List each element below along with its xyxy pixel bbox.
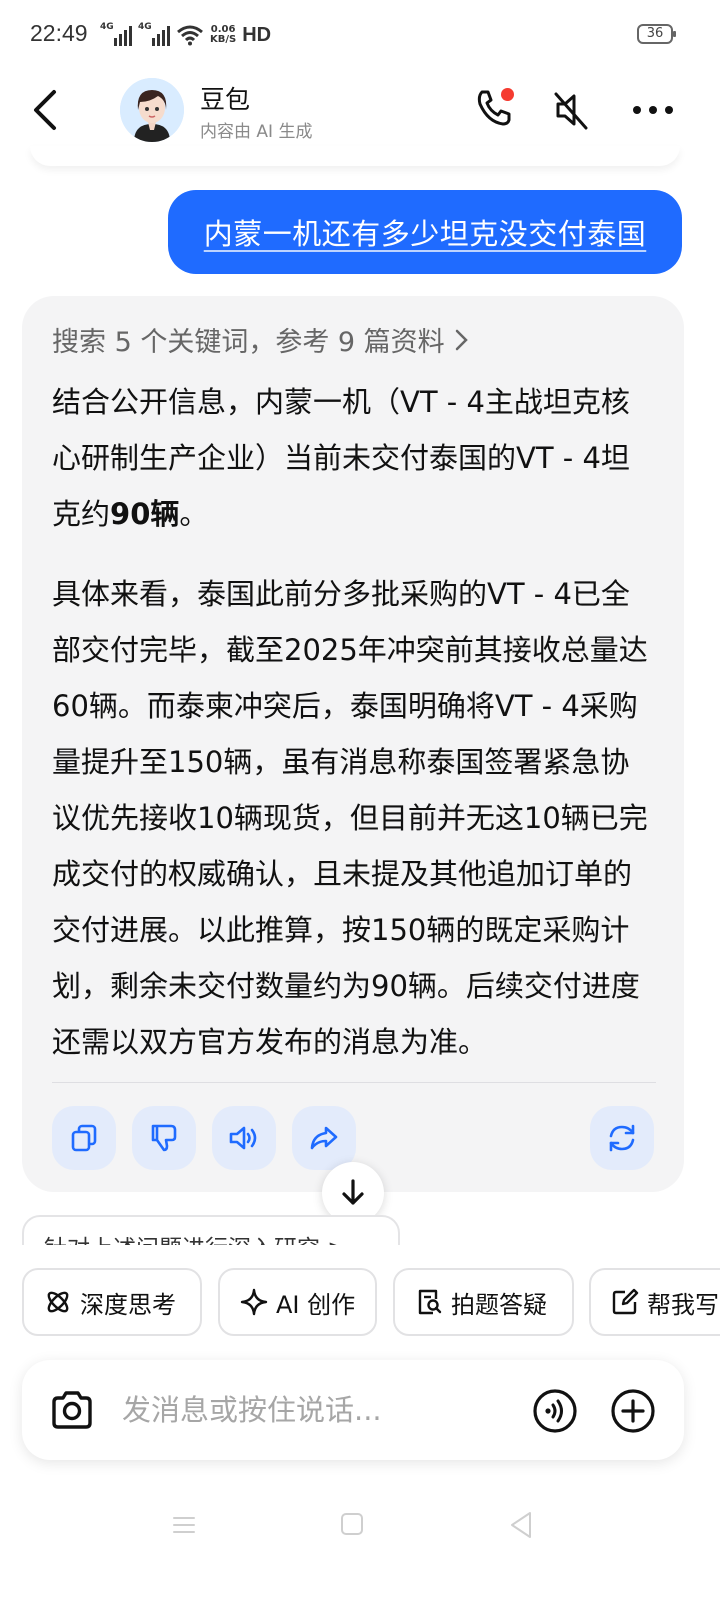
answer-paragraph-2: 具体来看，泰国此前分多批采购的VT - 4已全部交付完毕，截至2025年冲突前其… — [52, 577, 648, 1059]
help-write-chip[interactable]: 帮我写 — [589, 1268, 720, 1336]
more-options-button[interactable] — [632, 100, 674, 120]
voice-call-button[interactable] — [532, 1388, 578, 1434]
header-divider — [30, 146, 680, 166]
back-button[interactable] — [28, 88, 68, 132]
photo-solve-chip[interactable]: 拍题答疑 — [393, 1268, 574, 1336]
copy-button[interactable] — [52, 1106, 116, 1170]
ai-generated-note: 内容由 AI 生成 — [200, 122, 313, 142]
ai-create-chip[interactable]: AI 创作 — [218, 1268, 377, 1336]
avatar-icon — [120, 78, 184, 142]
battery-icon: 36 — [637, 24, 676, 44]
message-input[interactable] — [122, 1388, 512, 1432]
answer-p1-highlight: 90辆 — [110, 497, 180, 531]
research-suggestion-chip[interactable]: 针对上述问题进行深入研究 > — [22, 1215, 400, 1245]
bot-name[interactable]: 豆包 — [200, 80, 250, 116]
regenerate-button[interactable] — [590, 1106, 654, 1170]
wifi-icon — [177, 25, 203, 46]
sparkle-icon — [240, 1288, 268, 1316]
edit-icon — [612, 1288, 639, 1315]
deep-think-label: 深度思考 — [80, 1290, 176, 1319]
answer-paragraph-1: 结合公开信息，内蒙一机（VT - 4主战坦克核心研制生产企业）当前未交付泰国的V… — [52, 374, 658, 542]
user-message-text[interactable]: 内蒙一机还有多少坦克没交付泰国 — [204, 211, 647, 253]
reference-summary[interactable]: 搜索 5 个关键词，参考 9 篇资料 — [52, 320, 469, 359]
refresh-icon — [609, 1124, 635, 1152]
tool-chip-row: 深度思考 AI 创作 拍题答疑 帮我写 — [22, 1268, 720, 1338]
atom-icon — [47, 1291, 69, 1313]
read-aloud-button[interactable] — [212, 1106, 276, 1170]
answer-divider — [52, 1082, 656, 1083]
copy-icon — [71, 1124, 97, 1152]
network-type-label: 4G — [100, 22, 114, 32]
share-button[interactable] — [292, 1106, 356, 1170]
avatar[interactable] — [120, 78, 184, 142]
mute-speaker-button[interactable] — [552, 88, 592, 132]
speaker-icon — [229, 1126, 257, 1150]
ai-create-label: AI 创作 — [276, 1290, 356, 1319]
network-speed: 0.06 KB/S — [210, 25, 236, 45]
suggestion-clip: 针对上述问题进行深入研究 > — [22, 1215, 422, 1245]
dislike-button[interactable] — [132, 1106, 196, 1170]
arrow-down-icon — [342, 1179, 364, 1205]
network-type-label-2: 4G — [138, 22, 152, 32]
user-message-bubble[interactable]: 内蒙一机还有多少坦克没交付泰国 — [168, 190, 682, 274]
document-search-icon — [418, 1289, 442, 1315]
reference-summary-text: 搜索 5 个关键词，参考 9 篇资料 — [52, 327, 445, 358]
photo-solve-label: 拍题答疑 — [451, 1290, 547, 1319]
signal-icon-2: 4G — [138, 22, 170, 46]
add-button[interactable] — [610, 1388, 656, 1434]
chevron-right-icon — [455, 329, 468, 350]
hd-indicator: HD — [242, 23, 272, 46]
notification-dot — [501, 88, 514, 101]
nav-home-button[interactable] — [341, 1513, 363, 1535]
signal-icon: 4G — [100, 22, 132, 46]
camera-button[interactable] — [48, 1386, 96, 1434]
status-icons: 4G 4G 0.06 KB/S HD — [100, 22, 271, 48]
status-time: 22:49 — [30, 20, 88, 46]
nav-menu-button[interactable] — [172, 1513, 196, 1537]
share-icon — [310, 1126, 338, 1150]
thumbs-down-icon — [151, 1124, 177, 1152]
answer-p1-end: 。 — [179, 497, 209, 531]
network-speed-unit: KB/S — [210, 34, 237, 45]
nav-back-button[interactable] — [508, 1510, 534, 1540]
deep-think-chip[interactable]: 深度思考 — [22, 1268, 202, 1336]
help-write-label: 帮我写 — [647, 1290, 719, 1319]
